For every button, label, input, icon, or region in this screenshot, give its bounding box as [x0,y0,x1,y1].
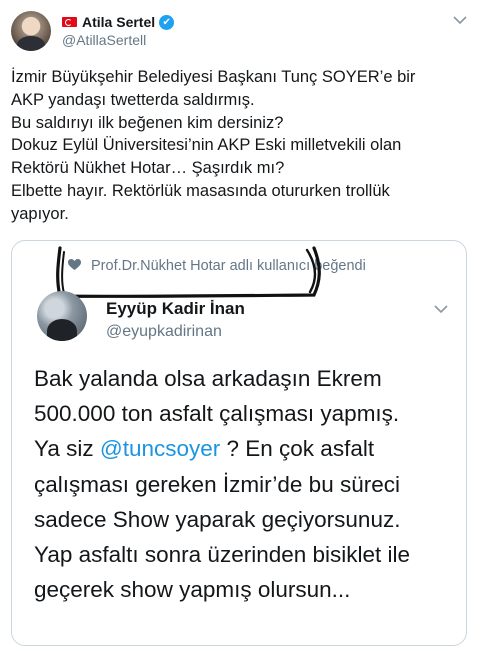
mention-link: @tuncsoyer [99,436,221,462]
tweet: Atila Sertel ✔ @AtillaSertell İzmir Büyü… [0,0,483,651]
embedded-line: Bak yalanda olsa arkadaşın Ekrem [34,366,382,391]
embedded-line: 500.000 ton asfalt çalışması yapmış. [34,401,400,427]
embedded-line: Yap asfaltı sonra üzerinden bisiklet ile [34,542,411,568]
tweet-line: Rektörü Nükhet Hotar… Şaşırdık mı? [11,159,285,178]
tweet-line: AKP yandaşı twetterda saldırmış. [11,90,255,109]
embedded-display-name: Eyyüp Kadir İnan [106,299,245,318]
embedded-screenshot[interactable]: Prof.Dr.Nükhet Hotar adlı kullanıcı beğe… [11,240,467,646]
liked-by-text: Prof.Dr.Nükhet Hotar adlı kullanıcı beğe… [91,258,366,274]
tweet-line: yapıyor. [11,204,69,223]
tweet-line: İzmir Büyükşehir Belediyesi Başkanı Tunç… [11,68,416,86]
author-name-row: Atila Sertel ✔ [62,14,175,30]
liked-by-row: Prof.Dr.Nükhet Hotar adlı kullanıcı beğe… [68,258,366,274]
chevron-down-icon [434,301,448,317]
chevron-down-icon[interactable] [453,12,467,28]
verified-badge-icon: ✔ [159,14,175,30]
tweet-line: Bu saldırıyı ilk beğenen kim dersiniz? [11,113,284,132]
embedded-avatar [37,291,87,341]
embedded-line-text: Ya siz [34,436,100,462]
tweet-text: İzmir Büyükşehir Belediyesi Başkanı Tunç… [11,66,476,226]
embedded-line: Ya siz @tuncsoyer ? En çok asfalt [34,431,464,466]
embedded-line: sadece Show yaparak geçiyorsunuz. [34,506,401,532]
tweet-line: Elbette hayır. Rektörlük masasında oturu… [11,181,390,200]
author-display-name[interactable]: Atila Sertel [82,14,155,30]
author-handle[interactable]: @AtillaSertell [62,32,146,48]
author-avatar[interactable] [11,11,51,51]
embedded-tweet-text: Bak yalanda olsa arkadaşın Ekrem 500.000… [34,361,464,607]
turkey-flag-icon [62,17,77,27]
heart-icon [68,258,81,274]
embedded-line: geçerek show yapmış olursun... [34,577,351,603]
embedded-line: çalışması gereken İzmir’de bu süreci [34,471,400,497]
embedded-line-text: ? En çok asfalt [220,436,375,462]
tweet-line: Dokuz Eylül Üniversitesi’nin AKP Eski mi… [11,136,402,155]
embedded-handle: @eyupkadirinan [106,323,222,340]
